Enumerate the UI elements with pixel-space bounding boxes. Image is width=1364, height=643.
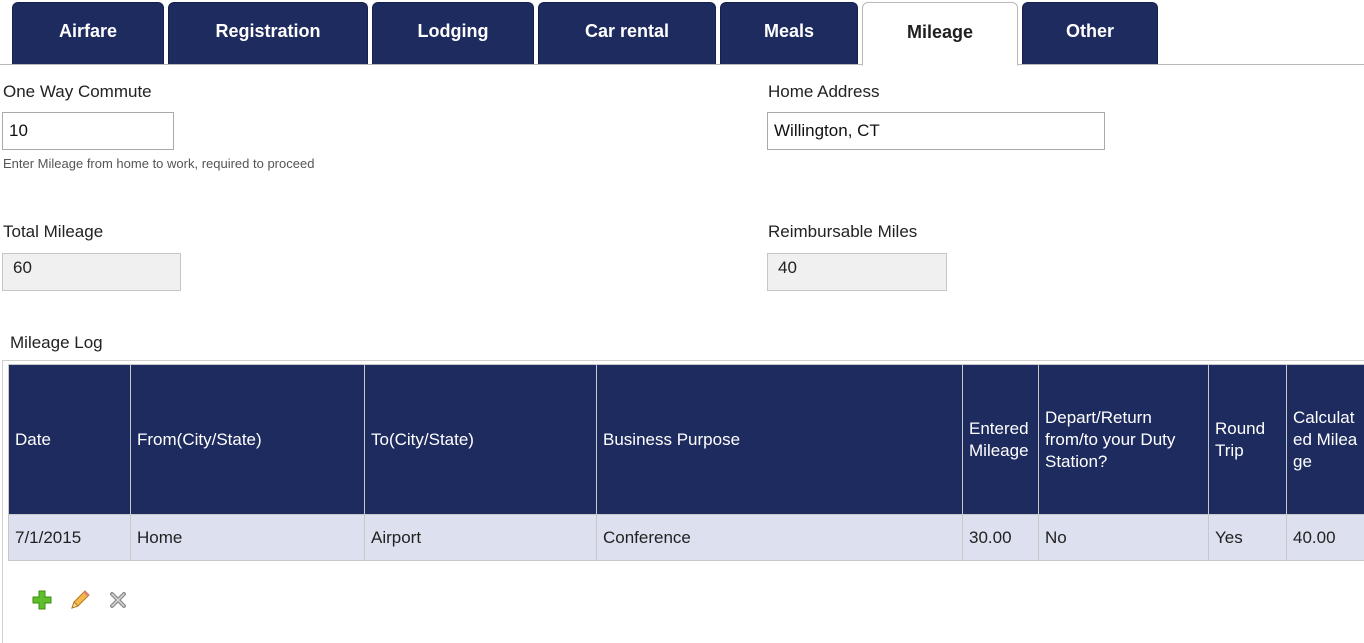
- tab-airfare[interactable]: Airfare: [12, 2, 164, 64]
- table-header-row: Date From(City/State) To(City/State) Bus…: [8, 364, 1364, 515]
- total-mileage-label: Total Mileage: [3, 222, 104, 241]
- cell-entered-mileage: 30.00: [962, 514, 1039, 561]
- cell-business-purpose: Conference: [596, 514, 963, 561]
- tab-bar: Airfare Registration Lodging Car rental …: [12, 2, 1162, 66]
- x-icon: [110, 592, 126, 608]
- total-mileage-value: 60: [2, 253, 181, 291]
- mileage-log-table: Date From(City/State) To(City/State) Bus…: [8, 364, 1364, 561]
- col-header-entered-mileage[interactable]: Entered Mileage: [962, 364, 1039, 515]
- tab-other[interactable]: Other: [1022, 2, 1158, 64]
- mileage-log-title: Mileage Log: [10, 333, 103, 352]
- col-header-duty-station[interactable]: Depart/Return from/to your Duty Station?: [1038, 364, 1209, 515]
- tab-car-rental[interactable]: Car rental: [538, 2, 716, 64]
- table-row[interactable]: 7/1/2015 Home Airport Conference 30.00 N…: [8, 514, 1364, 561]
- add-row-button[interactable]: [30, 588, 54, 612]
- tab-lodging[interactable]: Lodging: [372, 2, 534, 64]
- cell-date: 7/1/2015: [8, 514, 131, 561]
- tab-meals[interactable]: Meals: [720, 2, 858, 64]
- cell-from: Home: [130, 514, 365, 561]
- pencil-icon: [71, 590, 90, 609]
- col-header-to[interactable]: To(City/State): [364, 364, 597, 515]
- mileage-log-actions: [30, 588, 130, 612]
- cell-duty-station: No: [1038, 514, 1209, 561]
- col-header-round-trip[interactable]: Round Trip: [1208, 364, 1287, 515]
- cell-round-trip: Yes: [1208, 514, 1287, 561]
- delete-row-button[interactable]: [106, 588, 130, 612]
- reimbursable-miles-label: Reimbursable Miles: [768, 222, 918, 241]
- tab-mileage[interactable]: Mileage: [862, 2, 1018, 66]
- home-address-input[interactable]: [767, 112, 1105, 150]
- commute-input[interactable]: [2, 112, 174, 150]
- plus-icon: [32, 590, 52, 610]
- edit-row-button[interactable]: [68, 588, 92, 612]
- cell-calculated-mileage: 40.00: [1286, 514, 1364, 561]
- home-address-label: Home Address: [768, 82, 880, 101]
- col-header-business-purpose[interactable]: Business Purpose: [596, 364, 963, 515]
- commute-label: One Way Commute: [3, 82, 152, 101]
- reimbursable-miles-value: 40: [767, 253, 947, 291]
- col-header-date[interactable]: Date: [8, 364, 131, 515]
- col-header-from[interactable]: From(City/State): [130, 364, 365, 515]
- cell-to: Airport: [364, 514, 597, 561]
- col-header-calculated-mileage[interactable]: Calculated Mileage: [1286, 364, 1364, 515]
- tab-registration[interactable]: Registration: [168, 2, 368, 64]
- commute-hint: Enter Mileage from home to work, require…: [3, 156, 315, 171]
